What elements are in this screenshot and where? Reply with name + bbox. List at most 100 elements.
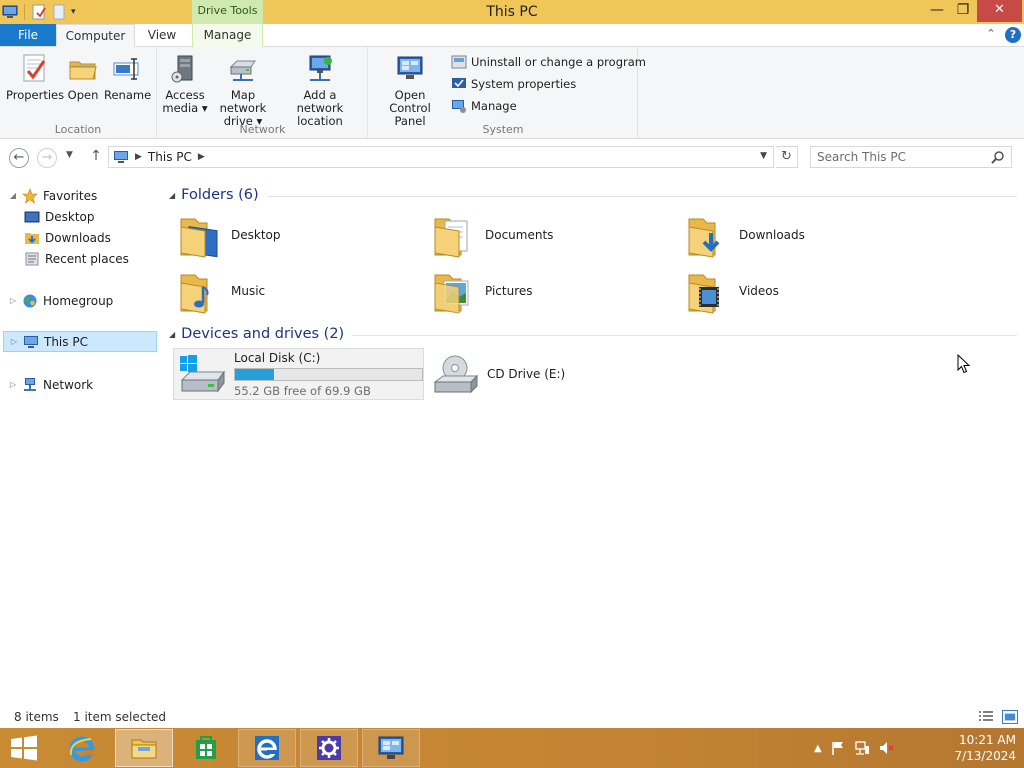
windows-start-icon[interactable] (8, 735, 40, 761)
drive-name: CD Drive (E:) (487, 367, 566, 381)
desktop-label: Desktop (45, 209, 95, 224)
folder-downloads[interactable]: Downloads (673, 209, 923, 261)
tree-item-desktop[interactable]: Desktop (0, 206, 158, 227)
folder-documents[interactable]: Documents (419, 209, 669, 261)
search-box[interactable] (810, 146, 1012, 168)
gear-icon (317, 736, 341, 760)
details-view-icon[interactable] (978, 710, 994, 724)
expand-arrow-icon[interactable]: ▷ (9, 337, 19, 346)
tree-item-network[interactable]: ▷ Network (0, 374, 158, 395)
forward-arrow-icon[interactable]: → (37, 148, 57, 168)
taskbar-settings[interactable] (300, 729, 358, 767)
address-dropdown-chevron-icon[interactable]: ▼ (760, 151, 767, 161)
network-status-icon[interactable] (854, 740, 870, 756)
recent-locations-chevron-icon[interactable]: ▼ (66, 150, 73, 160)
navigation-bar: ← → ▼ ↑ ▶ This PC ▶ ▼ ↻ (0, 140, 1024, 174)
properties-icon[interactable] (31, 4, 47, 20)
ribbon-group-network: Access media ▾ Map network drive ▾ Add a… (158, 47, 368, 139)
folder-pictures[interactable]: Pictures (419, 265, 669, 317)
access-media-button[interactable]: Access media ▾ (162, 53, 208, 115)
search-icon[interactable] (991, 150, 1005, 164)
properties-button[interactable]: Properties (6, 53, 64, 102)
add-location-label-1: Add a network (296, 88, 344, 115)
folder-desktop[interactable]: Desktop (165, 209, 415, 261)
taskbar-control-panel[interactable] (362, 729, 420, 767)
rename-label: Rename (104, 88, 152, 102)
drive-local-disk-c[interactable]: Local Disk (C:) 55.2 GB free of 69.9 GB (173, 348, 424, 400)
rename-button[interactable]: Rename (104, 53, 152, 102)
open-control-panel-button[interactable]: Open Control Panel (373, 53, 447, 128)
action-center-flag-icon[interactable] (830, 740, 846, 756)
volume-muted-icon[interactable] (878, 740, 894, 756)
maximize-button[interactable]: ❐ (950, 0, 976, 22)
breadcrumb-this-pc[interactable]: This PC (148, 150, 192, 164)
downloads-folder-icon (25, 232, 39, 244)
drive-cd-e[interactable]: CD Drive (E:) (427, 348, 677, 400)
add-network-location-button[interactable]: Add a network location (280, 53, 360, 128)
tree-item-this-pc[interactable]: ▷ This PC (3, 331, 157, 352)
close-button[interactable]: ✕ (977, 0, 1022, 22)
tree-item-favorites[interactable]: ◢ Favorites (0, 185, 158, 206)
taskbar-store[interactable] (177, 729, 235, 767)
back-arrow-icon[interactable]: ← (9, 148, 29, 168)
folder-music[interactable]: Music (165, 265, 415, 317)
videos-folder-icon (688, 274, 719, 314)
refresh-icon[interactable]: ↻ (776, 146, 798, 168)
desktop-folder-icon (180, 218, 218, 258)
new-folder-icon[interactable] (51, 4, 67, 20)
pictures-folder-icon (434, 274, 469, 314)
minimize-button[interactable]: — (924, 0, 950, 22)
system-properties-button[interactable]: System properties (451, 74, 576, 94)
taskbar-file-explorer[interactable] (115, 729, 173, 767)
quick-access-toolbar: ▾ (0, 0, 76, 24)
show-hidden-icons-chevron-icon[interactable]: ▲ (814, 743, 822, 754)
group-header-drives[interactable]: ◢ Devices and drives (2) (165, 323, 1017, 345)
uninstall-program-button[interactable]: Uninstall or change a program (451, 52, 646, 72)
taskbar-ie-running[interactable] (238, 729, 296, 767)
taskbar-internet-explorer[interactable] (53, 729, 111, 767)
tree-item-recent-places[interactable]: Recent places (0, 248, 158, 269)
downloads-label: Downloads (45, 230, 111, 245)
tree-item-downloads[interactable]: Downloads (0, 227, 158, 248)
expand-arrow-icon[interactable]: ▷ (8, 380, 18, 389)
address-bar[interactable]: ▶ This PC ▶ ▼ (108, 146, 774, 168)
large-icons-view-icon[interactable] (1002, 710, 1018, 724)
expand-arrow-icon[interactable]: ◢ (8, 191, 18, 200)
open-button[interactable]: Open (64, 53, 102, 102)
chevron-right-icon[interactable]: ▶ (198, 152, 205, 162)
this-pc-icon (114, 151, 128, 163)
manage-button[interactable]: Manage (451, 96, 517, 116)
control-panel-icon (378, 736, 404, 759)
up-arrow-icon[interactable]: ↑ (88, 148, 104, 166)
folder-videos[interactable]: Videos (673, 265, 923, 317)
network-icon (24, 377, 36, 391)
taskbar: ▲ 10:21 AM 7/13/2024 (0, 728, 1024, 768)
group-label-system: System (482, 123, 524, 136)
folder-open-icon (69, 61, 97, 80)
contextual-tab-label: Drive Tools (192, 0, 263, 24)
clock[interactable]: 10:21 AM 7/13/2024 (940, 732, 1016, 764)
group-header-folders[interactable]: ◢ Folders (6) (165, 184, 1017, 206)
tab-file[interactable]: File (0, 24, 56, 46)
collapse-arrow-icon[interactable]: ◢ (169, 191, 175, 200)
folder-label: Pictures (485, 284, 533, 298)
tree-item-homegroup[interactable]: ▷ Homegroup (0, 290, 158, 311)
expand-arrow-icon[interactable]: ▷ (8, 296, 18, 305)
chevron-down-icon[interactable]: ▾ (71, 7, 76, 17)
network-location-icon (309, 55, 332, 81)
ribbon-group-location: Properties Open Rename Location (0, 47, 157, 139)
internet-explorer-icon (69, 736, 95, 762)
computer-icon[interactable] (2, 4, 18, 20)
control-panel-label-1: Open Control (389, 88, 431, 115)
tab-computer[interactable]: Computer (56, 24, 135, 47)
chevron-up-icon[interactable]: ⌃ (983, 27, 999, 43)
collapse-arrow-icon[interactable]: ◢ (169, 330, 175, 339)
tab-manage[interactable]: Manage (192, 24, 263, 47)
map-network-drive-button[interactable]: Map network drive ▾ (208, 53, 278, 128)
tab-view[interactable]: View (136, 24, 188, 47)
search-input[interactable] (817, 147, 987, 167)
uninstall-label: Uninstall or change a program (471, 55, 646, 69)
chevron-right-icon[interactable]: ▶ (135, 152, 142, 162)
file-explorer-icon (131, 739, 157, 759)
help-icon[interactable]: ? (1005, 27, 1021, 43)
